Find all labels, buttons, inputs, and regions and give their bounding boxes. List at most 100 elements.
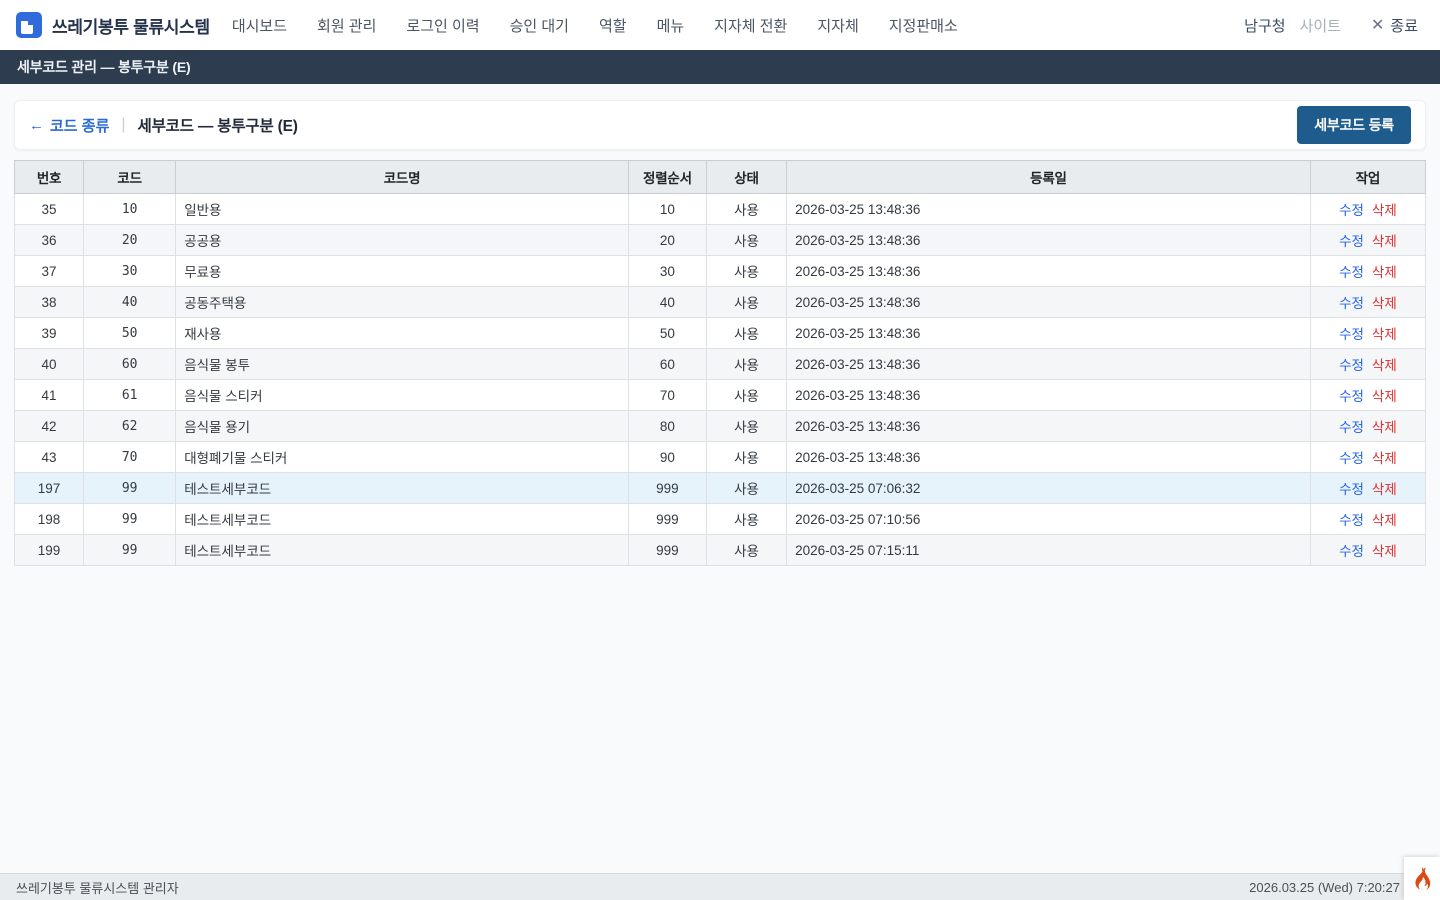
registered-date-cell: 2026-03-25 13:48:36	[787, 442, 1311, 473]
table-row: 19999테스트세부코드999사용2026-03-25 07:15:11수정삭제	[15, 535, 1426, 566]
delete-link[interactable]: 삭제	[1372, 234, 1397, 249]
table-row: 19799테스트세부코드999사용2026-03-25 07:06:32수정삭제	[15, 473, 1426, 504]
code-cell: 99	[84, 535, 176, 566]
exit-button[interactable]: ✕ 종료	[1371, 15, 1418, 36]
edit-link[interactable]: 수정	[1339, 482, 1364, 497]
edit-link[interactable]: 수정	[1339, 358, 1364, 373]
code-name-cell: 음식물 스티커	[176, 380, 629, 411]
edit-link[interactable]: 수정	[1339, 451, 1364, 466]
code-cell: 60	[84, 349, 176, 380]
table-row: 4370대형폐기물 스티커90사용2026-03-25 13:48:36수정삭제	[15, 442, 1426, 473]
row-number-cell: 40	[15, 349, 84, 380]
app-logo-icon	[16, 12, 42, 38]
nav-item-3[interactable]: 승인 대기	[510, 15, 569, 36]
table-row: 4262음식물 용기80사용2026-03-25 13:48:36수정삭제	[15, 411, 1426, 442]
nav-item-1[interactable]: 회원 관리	[317, 15, 376, 36]
status-cell: 사용	[706, 225, 786, 256]
status-cell: 사용	[706, 349, 786, 380]
code-name-cell: 테스트세부코드	[176, 473, 629, 504]
registered-date-cell: 2026-03-25 13:48:36	[787, 318, 1311, 349]
table-row: 3950재사용50사용2026-03-25 13:48:36수정삭제	[15, 318, 1426, 349]
code-cell: 30	[84, 256, 176, 287]
nav-item-2[interactable]: 로그인 이력	[406, 15, 479, 36]
nav-item-8[interactable]: 지정판매소	[889, 15, 958, 36]
registered-date-cell: 2026-03-25 13:48:36	[787, 380, 1311, 411]
nav-item-6[interactable]: 지자체 전환	[714, 15, 787, 36]
nav-item-5[interactable]: 메뉴	[657, 15, 685, 36]
code-cell: 50	[84, 318, 176, 349]
edit-link[interactable]: 수정	[1339, 513, 1364, 528]
column-header-6: 작업	[1310, 161, 1425, 194]
edit-link[interactable]: 수정	[1339, 327, 1364, 342]
status-cell: 사용	[706, 194, 786, 225]
status-cell: 사용	[706, 287, 786, 318]
delete-link[interactable]: 삭제	[1372, 544, 1397, 559]
status-cell: 사용	[706, 380, 786, 411]
delete-link[interactable]: 삭제	[1372, 513, 1397, 528]
status-cell: 사용	[706, 473, 786, 504]
debug-toolbar-toggle[interactable]	[1404, 857, 1440, 900]
code-cell: 70	[84, 442, 176, 473]
brand[interactable]: 쓰레기봉투 물류시스템	[16, 12, 210, 38]
code-cell: 99	[84, 504, 176, 535]
column-header-3: 정렬순서	[628, 161, 706, 194]
nav-item-7[interactable]: 지자체	[817, 15, 858, 36]
nav-item-0[interactable]: 대시보드	[232, 15, 287, 36]
code-cell: 61	[84, 380, 176, 411]
flame-icon	[1412, 866, 1432, 891]
table-row: 3730무료용30사용2026-03-25 13:48:36수정삭제	[15, 256, 1426, 287]
delete-link[interactable]: 삭제	[1372, 420, 1397, 435]
actions-cell: 수정 삭제	[1310, 194, 1425, 225]
row-number-cell: 42	[15, 411, 84, 442]
status-cell: 사용	[706, 504, 786, 535]
edit-link[interactable]: 수정	[1339, 389, 1364, 404]
actions-cell: 수정 삭제	[1310, 442, 1425, 473]
registered-date-cell: 2026-03-25 13:48:36	[787, 256, 1311, 287]
breadcrumb-divider: |	[121, 116, 125, 134]
code-name-cell: 재사용	[176, 318, 629, 349]
footer-datetime: 2026.03.25 (Wed) 7:20:27	[1249, 880, 1400, 895]
row-number-cell: 38	[15, 287, 84, 318]
code-cell: 40	[84, 287, 176, 318]
code-name-cell: 테스트세부코드	[176, 504, 629, 535]
delete-link[interactable]: 삭제	[1372, 203, 1397, 218]
registered-date-cell: 2026-03-25 13:48:36	[787, 194, 1311, 225]
row-number-cell: 35	[15, 194, 84, 225]
org-name[interactable]: 남구청	[1244, 15, 1285, 36]
code-name-cell: 대형폐기물 스티커	[176, 442, 629, 473]
row-number-cell: 39	[15, 318, 84, 349]
edit-link[interactable]: 수정	[1339, 265, 1364, 280]
edit-link[interactable]: 수정	[1339, 234, 1364, 249]
edit-link[interactable]: 수정	[1339, 296, 1364, 311]
status-cell: 사용	[706, 318, 786, 349]
delete-link[interactable]: 삭제	[1372, 451, 1397, 466]
status-cell: 사용	[706, 535, 786, 566]
actions-cell: 수정 삭제	[1310, 380, 1425, 411]
edit-link[interactable]: 수정	[1339, 544, 1364, 559]
nav-item-4[interactable]: 역할	[599, 15, 627, 36]
register-detail-code-button[interactable]: 세부코드 등록	[1297, 106, 1411, 144]
registered-date-cell: 2026-03-25 13:48:36	[787, 411, 1311, 442]
edit-link[interactable]: 수정	[1339, 420, 1364, 435]
sort-order-cell: 30	[628, 256, 706, 287]
delete-link[interactable]: 삭제	[1372, 358, 1397, 373]
site-link[interactable]: 사이트	[1300, 15, 1341, 36]
sort-order-cell: 50	[628, 318, 706, 349]
delete-link[interactable]: 삭제	[1372, 265, 1397, 280]
row-number-cell: 36	[15, 225, 84, 256]
delete-link[interactable]: 삭제	[1372, 482, 1397, 497]
delete-link[interactable]: 삭제	[1372, 327, 1397, 342]
code-name-cell: 음식물 봉투	[176, 349, 629, 380]
sort-order-cell: 999	[628, 504, 706, 535]
table-row: 3840공동주택용40사용2026-03-25 13:48:36수정삭제	[15, 287, 1426, 318]
row-number-cell: 43	[15, 442, 84, 473]
delete-link[interactable]: 삭제	[1372, 389, 1397, 404]
edit-link[interactable]: 수정	[1339, 203, 1364, 218]
table-row: 3510일반용10사용2026-03-25 13:48:36수정삭제	[15, 194, 1426, 225]
code-name-cell: 일반용	[176, 194, 629, 225]
status-cell: 사용	[706, 442, 786, 473]
back-to-code-types-link[interactable]: ← 코드 종류	[29, 115, 109, 136]
delete-link[interactable]: 삭제	[1372, 296, 1397, 311]
actions-cell: 수정 삭제	[1310, 411, 1425, 442]
actions-cell: 수정 삭제	[1310, 287, 1425, 318]
